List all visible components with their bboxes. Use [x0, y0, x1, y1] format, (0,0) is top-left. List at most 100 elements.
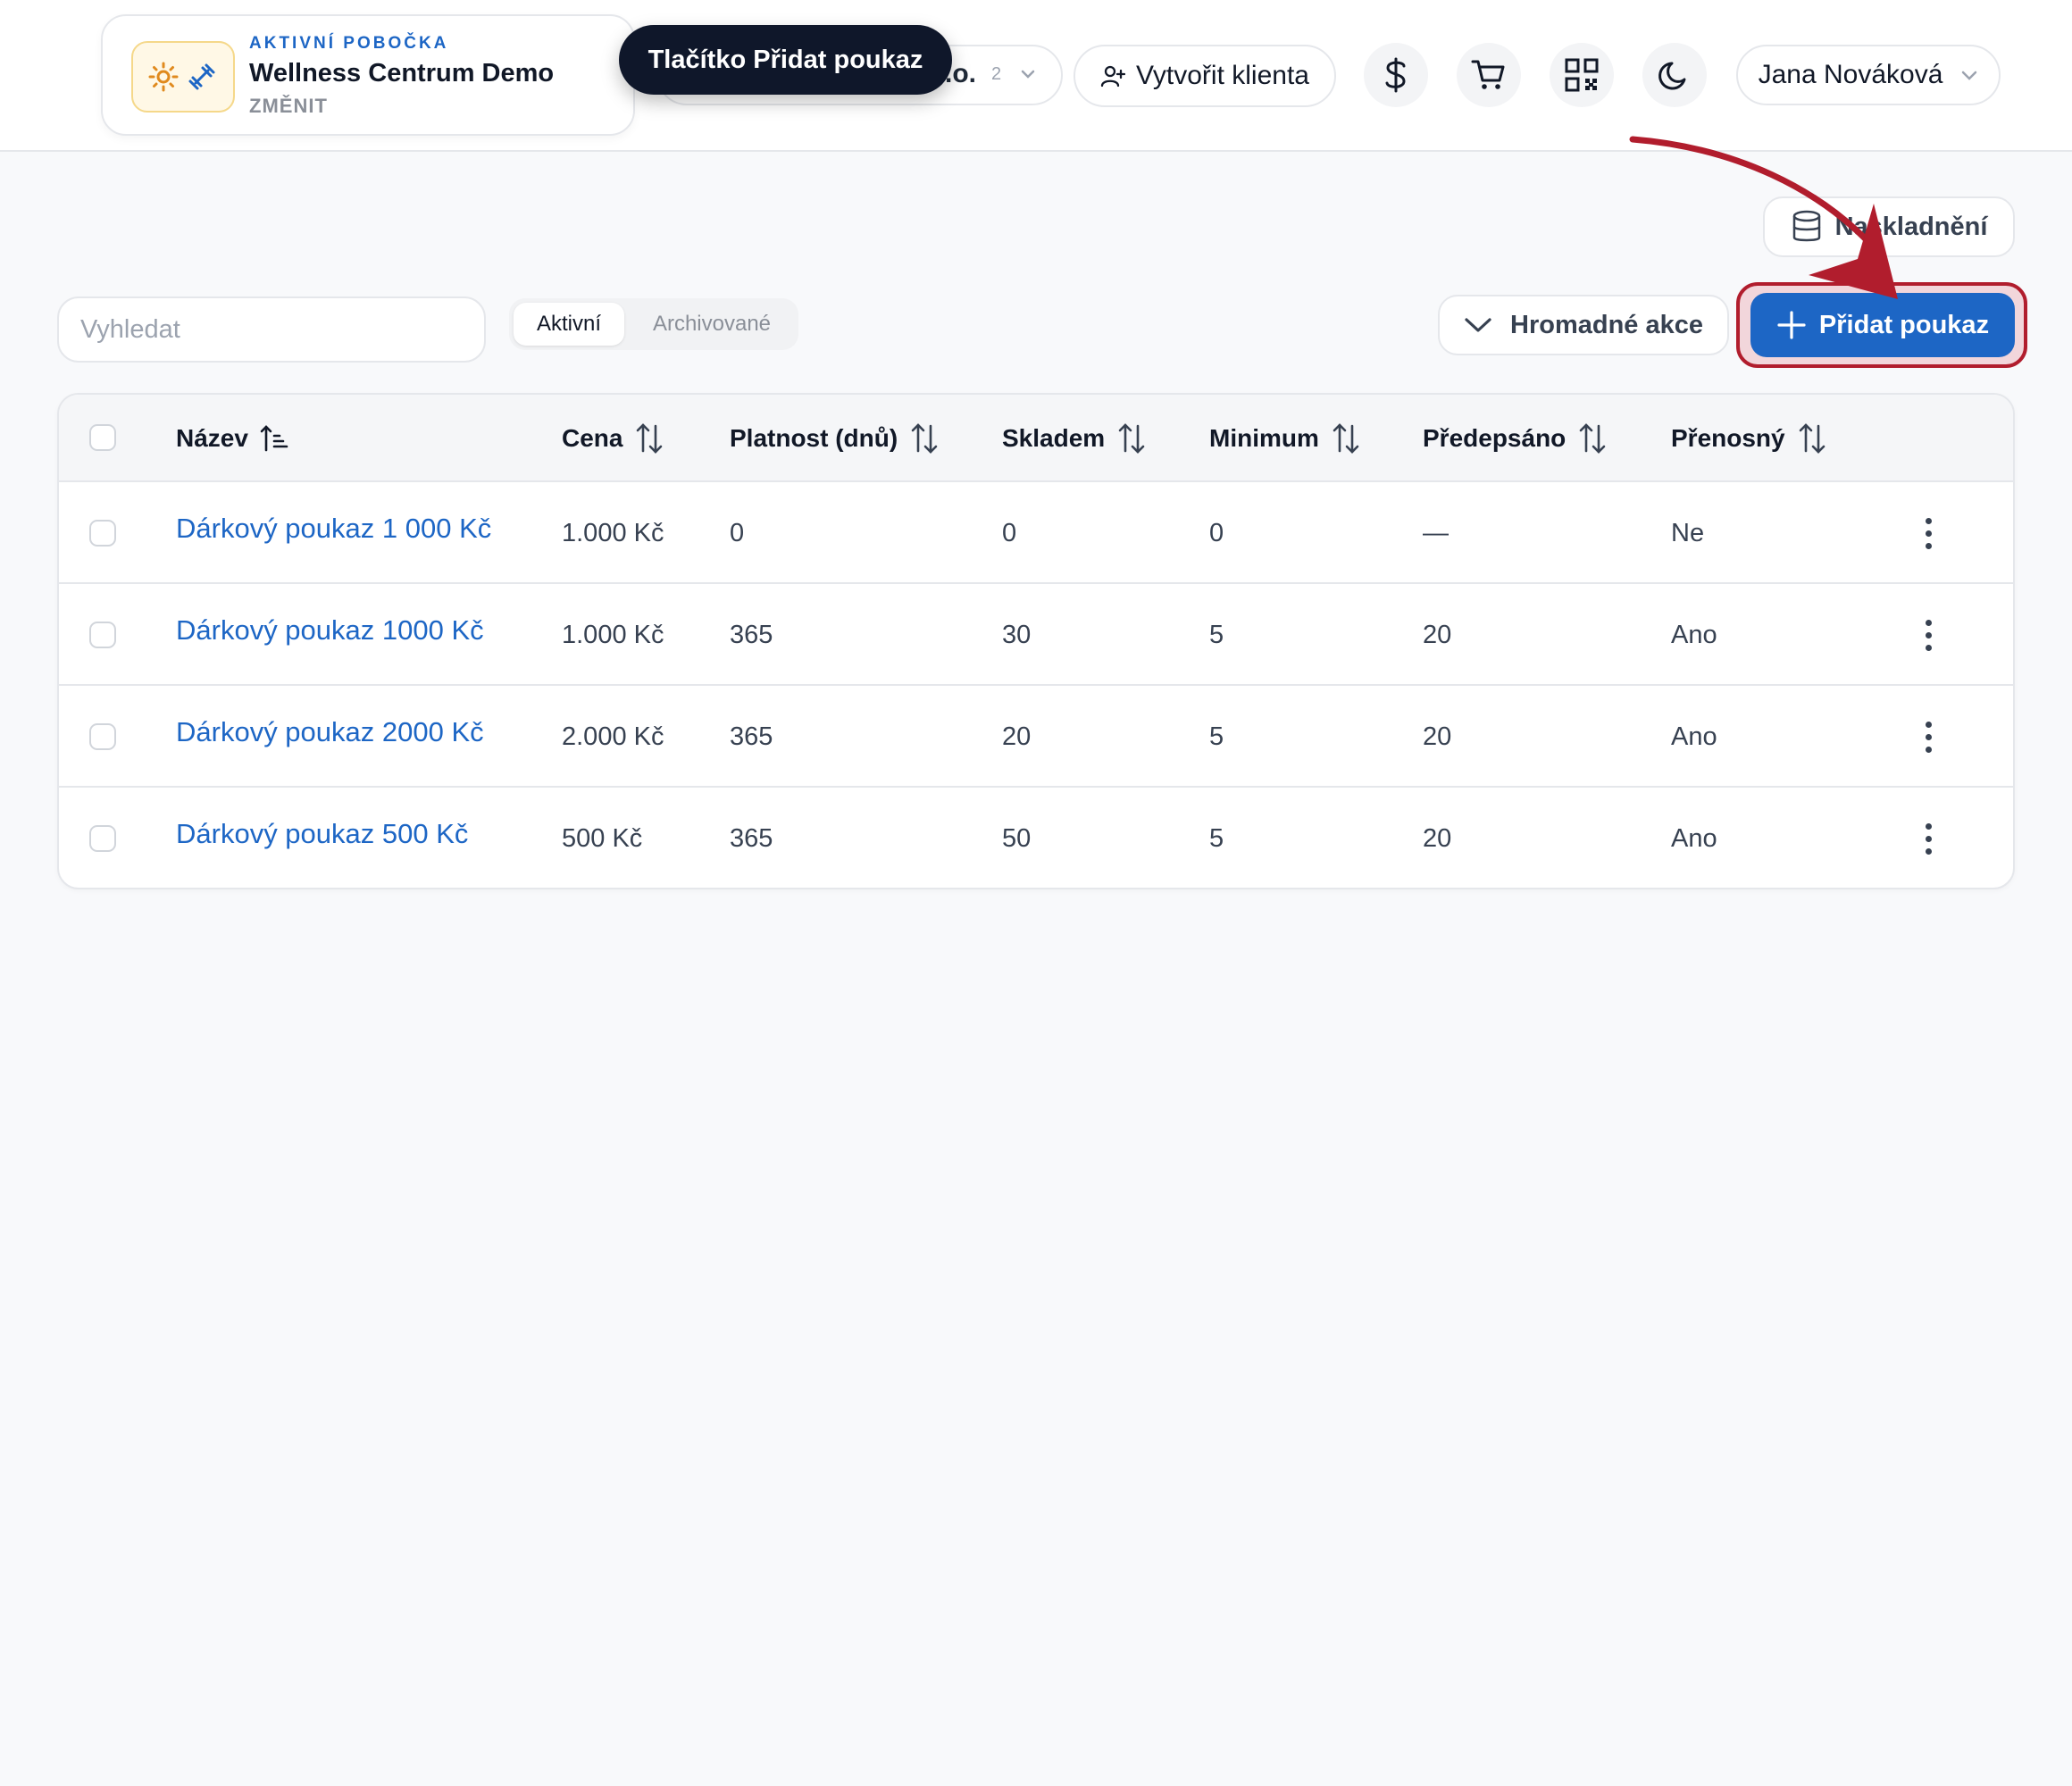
- column-label: Cena: [562, 424, 623, 452]
- stock-cell: 30: [1002, 620, 1032, 649]
- bulk-actions-button[interactable]: Hromadné akce: [1438, 295, 1729, 355]
- voucher-name-link[interactable]: Dárkový poukaz 1000 Kč: [176, 580, 484, 681]
- minimum-cell: 5: [1209, 620, 1224, 649]
- voucher-table: Název Cena Platnost (dnů) Skladem Minimu…: [57, 393, 2015, 889]
- branch-switcher[interactable]: AKTIVNÍ POBOČKA Wellness Centrum Demo ZM…: [101, 14, 635, 136]
- cart-button[interactable]: [1457, 43, 1521, 107]
- chevron-down-icon: [1021, 70, 1035, 79]
- validity-cell: 365: [730, 823, 773, 853]
- row-checkbox[interactable]: [89, 825, 116, 852]
- column-header-prescribed[interactable]: Předepsáno: [1423, 395, 1608, 482]
- prescribed-cell: —: [1423, 518, 1449, 547]
- validity-cell: 0: [730, 518, 745, 547]
- column-header-minimum[interactable]: Minimum: [1209, 395, 1362, 482]
- voucher-name-link[interactable]: Dárkový poukaz 1 000 Kč: [176, 478, 491, 580]
- row-checkbox[interactable]: [89, 520, 116, 547]
- bulk-actions-label: Hromadné akce: [1510, 310, 1703, 339]
- select-all-checkbox[interactable]: [89, 424, 116, 451]
- plus-icon: [1777, 311, 1806, 339]
- column-header-stock[interactable]: Skladem: [1002, 395, 1148, 482]
- column-label: Předepsáno: [1423, 424, 1567, 452]
- row-actions-menu-icon[interactable]: [1915, 710, 1942, 764]
- create-client-label: Vytvořit klienta: [1136, 61, 1309, 90]
- stock-in-button[interactable]: Naskladnění: [1763, 196, 2015, 257]
- user-menu-button[interactable]: Jana Nováková: [1736, 45, 2001, 105]
- transferable-cell: Ano: [1671, 823, 1717, 853]
- row-actions-menu-icon[interactable]: [1915, 506, 1942, 560]
- stock-cell: 20: [1002, 722, 1032, 751]
- branch-name: Wellness Centrum Demo: [249, 59, 555, 88]
- table-row: Dárkový poukaz 1 000 Kč 1.000 Kč 0 0 0 —…: [59, 482, 2013, 584]
- column-label: Skladem: [1002, 424, 1106, 452]
- dollar-icon: [1385, 57, 1406, 93]
- price-cell: 2.000 Kč: [562, 722, 664, 751]
- column-header-name[interactable]: Název: [176, 395, 289, 482]
- sort-ascending-icon: [260, 425, 288, 452]
- transferable-cell: Ne: [1671, 518, 1705, 547]
- chevron-down-icon: [1962, 71, 1977, 80]
- user-name: Jana Nováková: [1758, 60, 1943, 89]
- prescribed-cell: 20: [1423, 823, 1452, 853]
- search-input[interactable]: [57, 296, 486, 363]
- cart-icon: [1471, 60, 1505, 89]
- row-checkbox[interactable]: [89, 622, 116, 648]
- dumbbell-icon: [188, 63, 215, 90]
- moon-icon: [1658, 62, 1686, 90]
- user-plus-icon: [1100, 65, 1126, 88]
- table-row: Dárkový poukaz 500 Kč 500 Kč 365 50 5 20…: [59, 788, 2013, 888]
- price-cell: 1.000 Kč: [562, 518, 664, 547]
- create-client-button[interactable]: Vytvořit klienta: [1074, 45, 1336, 107]
- table-header: Název Cena Platnost (dnů) Skladem Minimu…: [59, 395, 2013, 482]
- validity-cell: 365: [730, 722, 773, 751]
- table-row: Dárkový poukaz 1000 Kč 1.000 Kč 365 30 5…: [59, 584, 2013, 686]
- price-cell: 1.000 Kč: [562, 620, 664, 649]
- sort-icon: [637, 423, 663, 454]
- annotation-arrow: [1629, 136, 1898, 299]
- table-row: Dárkový poukaz 2000 Kč 2.000 Kč 365 20 5…: [59, 686, 2013, 788]
- branch-change-link[interactable]: ZMĚNIT: [249, 95, 328, 118]
- chevron-down-icon: [1465, 318, 1491, 332]
- sun-icon: [148, 62, 179, 92]
- voucher-name-link[interactable]: Dárkový poukaz 500 Kč: [176, 783, 468, 885]
- tab-active[interactable]: Aktivní: [514, 303, 624, 346]
- stock-cell: 0: [1002, 518, 1017, 547]
- qr-code-button[interactable]: [1550, 43, 1614, 107]
- column-label: Přenosný: [1671, 424, 1785, 452]
- row-actions-menu-icon[interactable]: [1915, 812, 1942, 865]
- status-tabs: Aktivní Archivované: [509, 298, 798, 350]
- tooltip: Tlačítko Přidat poukaz: [619, 25, 952, 95]
- qr-code-icon: [1565, 58, 1599, 92]
- voucher-name-link[interactable]: Dárkový poukaz 2000 Kč: [176, 681, 484, 783]
- branch-kicker: AKTIVNÍ POBOČKA: [249, 34, 449, 53]
- validity-cell: 365: [730, 620, 773, 649]
- column-header-transferable[interactable]: Přenosný: [1671, 395, 1828, 482]
- sort-icon: [1333, 423, 1359, 454]
- minimum-cell: 5: [1209, 722, 1224, 751]
- stock-cell: 50: [1002, 823, 1032, 853]
- pricing-button[interactable]: [1364, 43, 1428, 107]
- stock-in-label: Naskladnění: [1834, 212, 1988, 241]
- sort-icon: [911, 423, 938, 454]
- row-checkbox[interactable]: [89, 723, 116, 750]
- database-icon: [1792, 210, 1820, 242]
- sort-icon: [1799, 423, 1825, 454]
- column-label: Název: [176, 424, 248, 452]
- add-voucher-button[interactable]: Přidat poukaz: [1750, 293, 2015, 357]
- company-select-count: 2: [991, 64, 1002, 84]
- column-label: Platnost (dnů): [730, 424, 898, 452]
- sort-icon: [1118, 423, 1145, 454]
- tab-archived[interactable]: Archivované: [629, 303, 795, 346]
- minimum-cell: 5: [1209, 823, 1224, 853]
- prescribed-cell: 20: [1423, 722, 1452, 751]
- add-voucher-label: Přidat poukaz: [1818, 310, 1990, 339]
- theme-toggle-button[interactable]: [1642, 43, 1707, 107]
- transferable-cell: Ano: [1671, 722, 1717, 751]
- column-header-price[interactable]: Cena: [562, 395, 665, 482]
- row-actions-menu-icon[interactable]: [1915, 608, 1942, 662]
- sort-icon: [1579, 423, 1606, 454]
- column-label: Minimum: [1209, 424, 1319, 452]
- branch-logo: [131, 41, 235, 113]
- price-cell: 500 Kč: [562, 823, 643, 853]
- transferable-cell: Ano: [1671, 620, 1717, 649]
- column-header-validity[interactable]: Platnost (dnů): [730, 395, 940, 482]
